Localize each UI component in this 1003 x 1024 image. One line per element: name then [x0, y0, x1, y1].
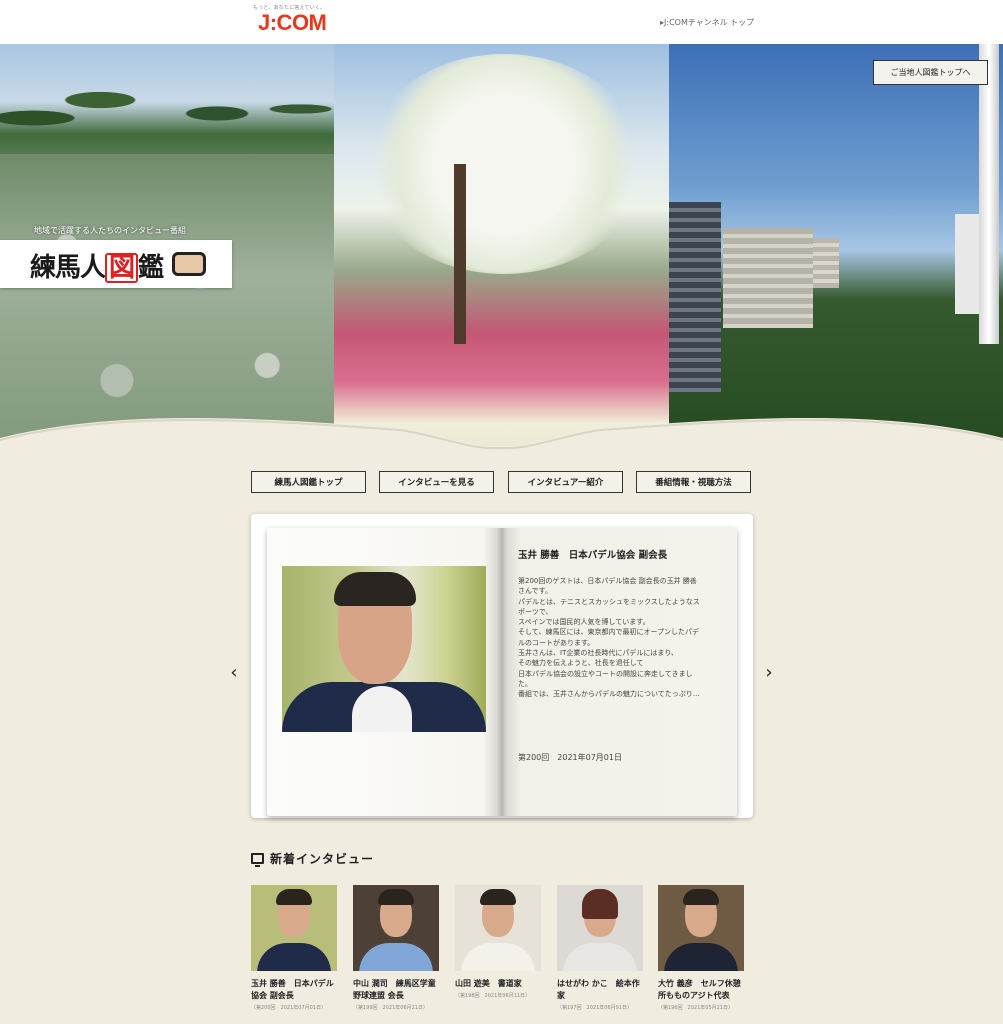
interview-card-name[interactable]: 玉井 勝善 日本パデル協会 副会長: [251, 978, 337, 1002]
hero-caption: 地域で活躍する人たちのインタビュー番組: [34, 226, 186, 235]
interview-card[interactable]: 玉井 勝善 日本パデル協会 副会長 （第200回 2021年07月01日）: [251, 885, 337, 1011]
interview-thumbnail[interactable]: [251, 885, 337, 971]
nav-program-info[interactable]: 番組情報・視聴方法: [636, 471, 751, 493]
carousel-prev-arrow-icon[interactable]: ‹: [227, 660, 241, 684]
nav-interviewer-intro[interactable]: インタビュアー紹介: [508, 471, 623, 493]
carousel-next-arrow-icon[interactable]: ›: [762, 660, 776, 684]
interview-card-name[interactable]: 大竹 義彦 セルフ休憩所もものアジト代表: [658, 978, 744, 1002]
interview-thumbnail[interactable]: [557, 885, 643, 971]
interview-card[interactable]: 山田 遊美 書道家 （第198回 2021年06月11日）: [455, 885, 541, 999]
jcom-channel-top-link[interactable]: ▸J:COMチャンネル トップ: [660, 17, 754, 28]
interview-card-meta: （第199回 2021年06月21日）: [353, 1005, 428, 1011]
interview-card[interactable]: 中山 潤司 練馬区学童野球連盟 会長 （第199回 2021年06月21日）: [353, 885, 439, 1011]
interview-thumbnail[interactable]: [455, 885, 541, 971]
nav-watch-interview[interactable]: インタビューを見る: [379, 471, 494, 493]
interview-card-name[interactable]: 山田 遊美 書道家: [455, 978, 541, 990]
interview-thumbnail[interactable]: [658, 885, 744, 971]
interview-card-meta: （第200回 2021年07月01日）: [251, 1005, 326, 1011]
logo-link[interactable]: もっと、あなたに答えていく。 J:COM: [253, 4, 333, 35]
featured-description: 第200回のゲストは、日本パデル協会 副会長の玉井 勝善 さんです。 パデルとは…: [518, 577, 700, 699]
featured-guest-title[interactable]: 玉井 勝善 日本パデル協会 副会長: [518, 547, 667, 561]
jcom-logo: J:COM: [258, 10, 327, 35]
program-title: 練馬人図鑑: [30, 253, 164, 283]
hero-banner: 地域で活躍する人たちのインタビュー番組 練馬人図鑑 ご当地人図鑑トップへ: [0, 44, 1003, 456]
site-header: もっと、あなたに答えていく。 J:COM ▸J:COMチャンネル トップ: [0, 0, 1003, 44]
interview-card[interactable]: 大竹 義彦 セルフ休憩所もものアジト代表 （第196回 2021年05月21日）: [658, 885, 744, 1011]
interview-card-name[interactable]: 中山 潤司 練馬区学童野球連盟 会長: [353, 978, 439, 1002]
featured-guest-photo[interactable]: [282, 566, 486, 732]
interview-thumbnail[interactable]: [353, 885, 439, 971]
interview-card-meta: （第196回 2021年05月21日）: [658, 1005, 733, 1011]
monitor-icon: [251, 853, 264, 867]
tv-icon: [172, 252, 206, 276]
interview-card-meta: （第197回 2021年06月01日）: [557, 1005, 632, 1011]
nav-zukan-top[interactable]: 練馬人図鑑トップ: [251, 471, 366, 493]
local-zukan-top-button[interactable]: ご当地人図鑑トップへ: [873, 60, 988, 85]
new-interviews-heading: 新着インタビュー: [251, 850, 374, 867]
section-title: 新着インタビュー: [270, 852, 375, 866]
program-title-badge: 練馬人図鑑: [0, 240, 232, 288]
featured-episode-date: 第200回 2021年07月01日: [518, 753, 622, 762]
interview-card-name[interactable]: はせがわ かこ 絵本作家: [557, 978, 643, 1002]
wave-divider: [0, 418, 1003, 456]
interview-card-meta: （第198回 2021年06月11日）: [455, 993, 530, 999]
interview-card[interactable]: はせがわ かこ 絵本作家 （第197回 2021年06月01日）: [557, 885, 643, 1011]
